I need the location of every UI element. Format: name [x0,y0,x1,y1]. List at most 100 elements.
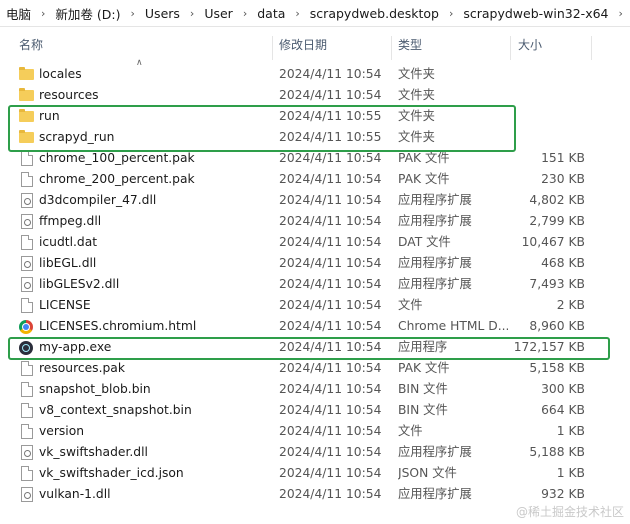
file-date: 2024/4/11 10:54 [279,445,382,459]
file-date: 2024/4/11 10:54 [279,382,382,396]
column-divider[interactable] [391,36,392,60]
file-row[interactable]: v8_context_snapshot.bin 2024/4/11 10:54 BI… [0,400,630,421]
file-row[interactable]: scrapyd_run 2024/4/11 10:55 文件夹 [0,127,630,148]
file-date: 2024/4/11 10:54 [279,88,382,102]
folder-icon [19,88,34,101]
file-type: DAT 文件 [398,235,451,249]
file-size: 5,188 KB [529,445,585,459]
dll-icon [21,487,33,502]
file-name: icudtl.dat [39,235,98,249]
file-date: 2024/4/11 10:54 [279,214,382,228]
file-size: 300 KB [541,382,585,396]
file-type: 文件夹 [398,88,435,102]
column-size[interactable]: 大小 [518,30,542,60]
file-name: libEGL.dll [39,256,97,270]
folder-icon [19,130,34,143]
file-icon [21,172,33,187]
file-size: 151 KB [541,151,585,165]
file-row[interactable]: snapshot_blob.bin 2024/4/11 10:54 BIN 文件 30… [0,379,630,400]
column-divider[interactable] [272,36,273,60]
file-date: 2024/4/11 10:54 [279,403,382,417]
file-row[interactable]: chrome_200_percent.pak 2024/4/11 10:54 PAK… [0,169,630,190]
file-row[interactable]: run 2024/4/11 10:55 文件夹 [0,106,630,127]
file-size: 468 KB [541,256,585,270]
file-row[interactable]: chrome_100_percent.pak 2024/4/11 10:54 PAK… [0,148,630,169]
file-name: resources [39,88,99,102]
file-date: 2024/4/11 10:54 [279,319,382,333]
file-size: 1 KB [556,424,585,438]
file-size: 664 KB [541,403,585,417]
file-size: 7,493 KB [529,277,585,291]
folder-icon [19,67,34,80]
breadcrumb-item[interactable]: Users [139,6,186,21]
file-row[interactable]: LICENSE 2024/4/11 10:54 文件 2 KB [0,295,630,316]
file-row[interactable]: resources.pak 2024/4/11 10:54 PAK 文件 5,158 … [0,358,630,379]
file-row[interactable]: vk_swiftshader.dll 2024/4/11 10:54 应用程序扩展 5… [0,442,630,463]
chevron-right-icon[interactable] [37,7,49,20]
column-name[interactable]: 名称 [19,30,43,60]
chevron-right-icon[interactable] [186,7,198,20]
file-row[interactable]: LICENSES.chromium.html 2024/4/11 10:54 Chr… [0,316,630,337]
column-divider[interactable] [510,36,511,60]
file-row[interactable]: locales 2024/4/11 10:54 文件夹 [0,64,630,85]
file-type: 应用程序 [398,340,448,354]
chevron-right-icon[interactable] [445,7,457,20]
chevron-right-icon[interactable] [239,7,251,20]
file-name: ffmpeg.dll [39,214,102,228]
breadcrumb-item[interactable]: 新加卷 (D:) [49,4,126,23]
file-name: version [39,424,85,438]
dll-icon [21,193,33,208]
file-date: 2024/4/11 10:55 [279,130,382,144]
file-size: 5,158 KB [529,361,585,375]
file-date: 2024/4/11 10:54 [279,361,382,375]
file-date: 2024/4/11 10:54 [279,340,382,354]
file-row[interactable]: ffmpeg.dll 2024/4/11 10:54 应用程序扩展 2,799 KB [0,211,630,232]
watermark: @稀土掘金技术社区 [515,505,624,519]
file-size: 4,802 KB [529,193,585,207]
file-row[interactable]: libEGL.dll 2024/4/11 10:54 应用程序扩展 468 KB [0,253,630,274]
file-name: v8_context_snapshot.bin [39,403,192,417]
file-row[interactable]: version 2024/4/11 10:54 文件 1 KB [0,421,630,442]
dll-icon [21,445,33,460]
file-icon [21,382,33,397]
dll-icon [21,277,33,292]
file-icon [21,466,33,481]
file-date: 2024/4/11 10:54 [279,298,382,312]
breadcrumb-item[interactable]: 电脑 [0,4,37,23]
file-type: 应用程序扩展 [398,214,472,228]
chevron-right-icon[interactable] [127,7,139,20]
file-size: 230 KB [541,172,585,186]
file-size: 932 KB [541,487,585,501]
file-icon [21,298,33,313]
breadcrumb: 电脑 新加卷 (D:) Users User data scrapydweb.d… [0,0,630,27]
file-type: Chrome HTML D... [398,319,508,333]
file-icon [21,235,33,250]
file-name: chrome_200_percent.pak [39,172,195,186]
file-date: 2024/4/11 10:55 [279,109,382,123]
chevron-right-icon[interactable] [291,7,303,20]
file-row[interactable]: vk_swiftshader_icd.json 2024/4/11 10:54 JS… [0,463,630,484]
file-row[interactable]: icudtl.dat 2024/4/11 10:54 DAT 文件 10,467 KB [0,232,630,253]
file-row[interactable]: libGLESv2.dll 2024/4/11 10:54 应用程序扩展 7,493 … [0,274,630,295]
column-divider[interactable] [591,36,592,60]
chevron-right-icon[interactable] [615,7,627,20]
file-date: 2024/4/11 10:54 [279,193,382,207]
file-type: PAK 文件 [398,172,450,186]
file-list: locales 2024/4/11 10:54 文件夹 resources 2024/4… [0,64,630,505]
file-row[interactable]: resources 2024/4/11 10:54 文件夹 [0,85,630,106]
breadcrumb-item[interactable]: data [251,6,291,21]
file-type: BIN 文件 [398,403,448,417]
breadcrumb-item[interactable]: scrapydweb.desktop [304,6,445,21]
file-row[interactable]: my-app.exe 2024/4/11 10:54 应用程序 172,157 KB [0,337,630,358]
column-date[interactable]: 修改日期 [279,30,327,60]
breadcrumb-item[interactable]: User [198,6,239,21]
file-row[interactable]: vulkan-1.dll 2024/4/11 10:54 应用程序扩展 932 KB [0,484,630,505]
file-type: PAK 文件 [398,151,450,165]
folder-icon [19,109,34,122]
file-row[interactable]: d3dcompiler_47.dll 2024/4/11 10:54 应用程序扩展 4… [0,190,630,211]
column-header: 名称 修改日期 类型 大小 [0,30,630,60]
breadcrumb-item[interactable]: scrapydweb-win32-x64 [457,6,614,21]
column-type[interactable]: 类型 [398,30,422,60]
file-name: LICENSES.chromium.html [39,319,197,333]
file-type: 应用程序扩展 [398,193,472,207]
